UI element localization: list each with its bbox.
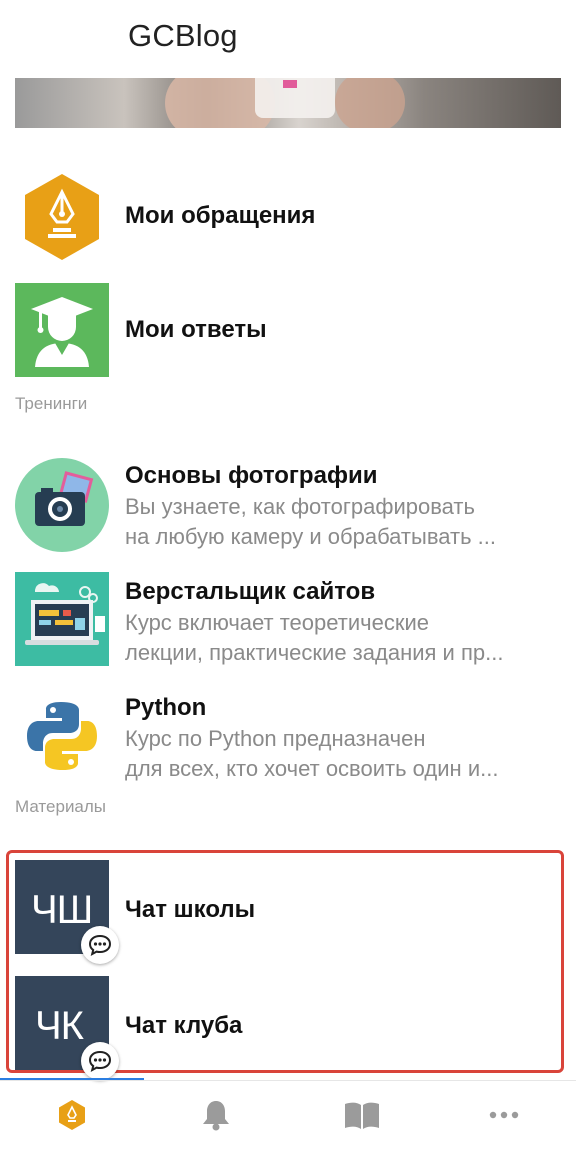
avatar: ЧК <box>15 976 119 1080</box>
chat-item-school[interactable]: ЧШ Чат школы <box>0 860 576 964</box>
description-line: для всех, кто хочет освоить один и... <box>125 756 499 781</box>
pen-hexagon-icon <box>15 170 109 264</box>
training-title: Основы фотографии <box>125 462 378 489</box>
training-item[interactable]: Основы фотографии Вы узнаете, как фотогр… <box>0 456 576 552</box>
training-description: Вы узнаете, как фотографировать на любую… <box>125 492 560 552</box>
chat-bubble-icon <box>81 926 119 964</box>
description-line: Вы узнаете, как фотографировать <box>125 494 475 519</box>
description-line: на любую камеру и обрабатывать ... <box>125 524 496 549</box>
bell-icon <box>203 1101 229 1131</box>
training-item[interactable]: Python Курс по Python предназначен для в… <box>0 688 576 784</box>
camera-icon <box>15 458 109 552</box>
description-line: лекции, практические задания и пр... <box>125 640 504 665</box>
menu-item-my-requests[interactable]: Мои обращения <box>0 170 576 264</box>
training-description: Курс по Python предназначен для всех, кт… <box>125 724 560 784</box>
training-description: Курс включает теоретические лекции, прак… <box>125 608 560 668</box>
training-title: Верстальщик сайтов <box>125 578 376 605</box>
banner-image[interactable] <box>15 78 561 128</box>
laptop-code-icon <box>15 572 109 666</box>
chat-bubble-icon <box>81 1042 119 1080</box>
home-pen-icon <box>59 1100 85 1130</box>
menu-item-label: Мои ответы <box>125 316 267 343</box>
training-item[interactable]: Верстальщик сайтов Курс включает теорети… <box>0 572 576 668</box>
app-title: GCBlog <box>128 18 238 53</box>
avatar-initials: ЧК <box>35 1004 84 1048</box>
avatar: ЧШ <box>15 860 119 964</box>
more-dots-icon <box>489 1111 519 1119</box>
description-line: Курс по Python предназначен <box>125 726 426 751</box>
menu-item-my-answers[interactable]: Мои ответы <box>0 283 576 377</box>
python-logo-icon <box>15 688 109 782</box>
book-icon <box>345 1102 379 1129</box>
section-label-materials: Материалы <box>15 797 107 816</box>
training-title: Python <box>125 694 207 721</box>
nav-tab-more[interactable] <box>432 1082 576 1150</box>
description-line: Курс включает теоретические <box>125 610 429 635</box>
chat-item-club[interactable]: ЧК Чат клуба <box>0 976 576 1080</box>
chat-title: Чат клуба <box>125 1012 243 1039</box>
graduate-icon <box>15 283 109 377</box>
nav-tab-home[interactable] <box>0 1082 144 1150</box>
nav-tab-notifications[interactable] <box>144 1082 288 1150</box>
avatar-initials: ЧШ <box>31 888 93 932</box>
menu-item-label: Мои обращения <box>125 202 316 229</box>
section-label-trainings: Тренинги <box>15 394 88 413</box>
chat-title: Чат школы <box>125 896 256 923</box>
nav-tab-library[interactable] <box>288 1082 432 1150</box>
